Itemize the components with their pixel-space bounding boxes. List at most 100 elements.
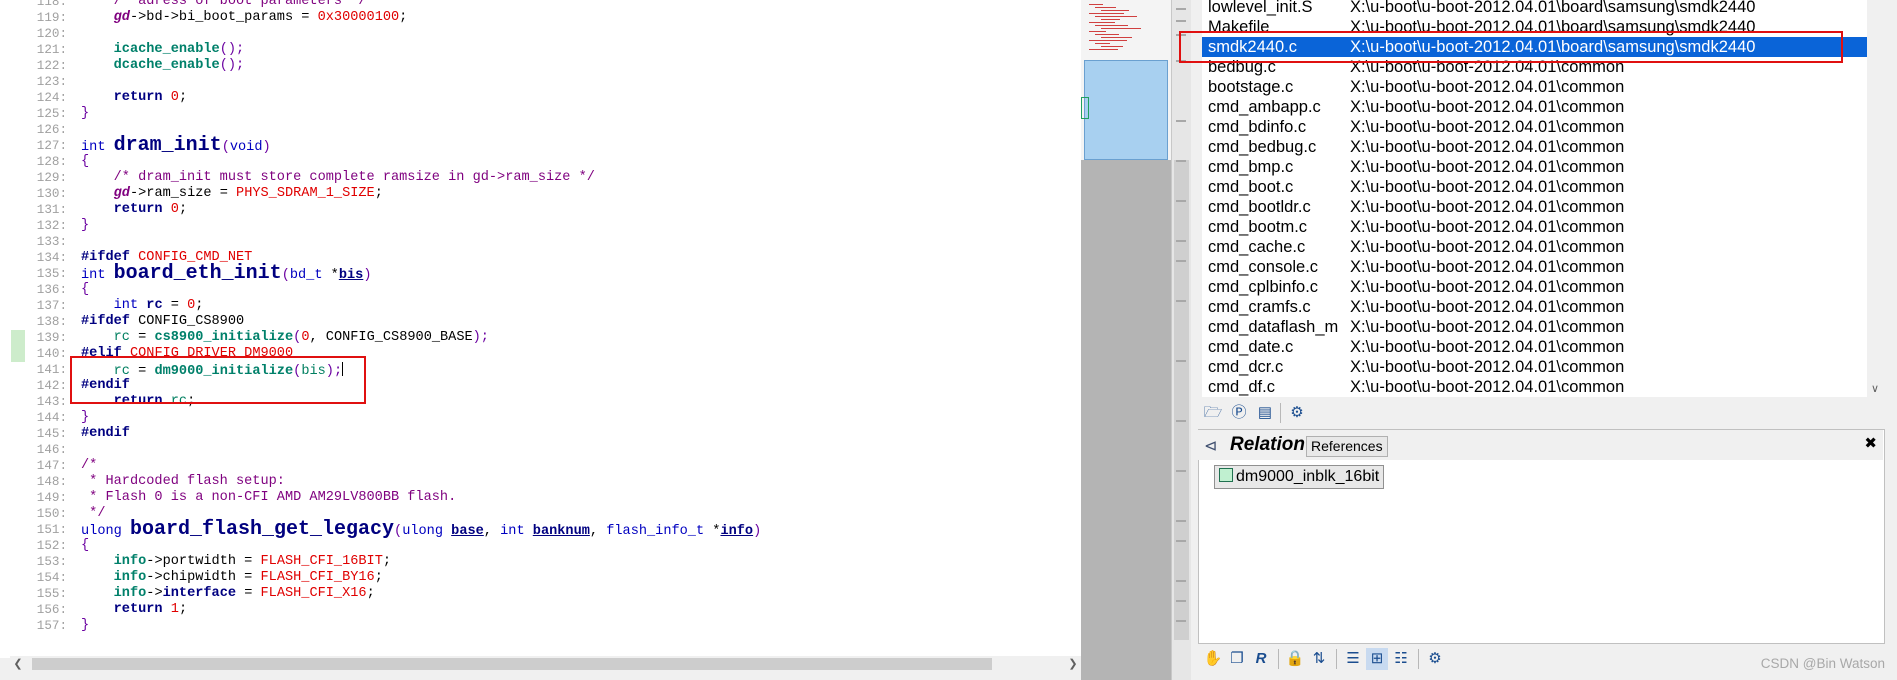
relation-item[interactable]: dm9000_inblk_16bit: [1214, 465, 1385, 489]
code-line[interactable]: 121: icache_enable();: [0, 42, 1080, 58]
code-line[interactable]: 124: return 0;: [0, 90, 1080, 106]
file-row[interactable]: cmd_ambapp.c X:\u-boot\u-boot-2012.04.01\…: [1202, 97, 1867, 117]
file-row[interactable]: cmd_boot.c X:\u-boot\u-boot-2012.04.01\co…: [1202, 177, 1867, 197]
open-folder-icon[interactable]: 🗁: [1202, 402, 1224, 424]
code-text: /* dram_init must store complete ramsize…: [81, 170, 595, 186]
file-row[interactable]: cmd_cache.c X:\u-boot\u-boot-2012.04.01\c…: [1202, 237, 1867, 257]
file-overview-map[interactable]: [1081, 0, 1171, 680]
code-line[interactable]: 118: /* adress of boot parameters */: [0, 0, 1080, 10]
file-row[interactable]: cmd_date.c X:\u-boot\u-boot-2012.04.01\co…: [1202, 337, 1867, 357]
overview-code-mark: [1095, 43, 1110, 44]
file-row[interactable]: cmd_bootldr.c X:\u-boot\u-boot-2012.04.01…: [1202, 197, 1867, 217]
code-line[interactable]: 157:}: [0, 618, 1080, 634]
file-row[interactable]: cmd_bootm.c X:\u-boot\u-boot-2012.04.01\c…: [1202, 217, 1867, 237]
code-text: }: [81, 218, 89, 234]
code-editor[interactable]: 118: /* adress of boot parameters */119:…: [0, 0, 1081, 658]
file-list-scrollbar[interactable]: ∨: [1867, 0, 1883, 397]
code-line[interactable]: 145: #endif: [0, 426, 1080, 442]
code-line[interactable]: 155: info->interface = FLASH_CFI_X16;: [0, 586, 1080, 602]
line-number: 157:: [36, 619, 67, 633]
overview-empty-area: [1081, 160, 1171, 680]
close-icon[interactable]: ✖: [1864, 434, 1877, 452]
code-line[interactable]: 137: int rc = 0;: [0, 298, 1080, 314]
file-row[interactable]: cmd_df.c X:\u-boot\u-boot-2012.04.01\comm…: [1202, 377, 1867, 397]
code-line[interactable]: 127: int dram_init(void): [0, 136, 1080, 156]
horizontal-scroll-thumb[interactable]: [32, 658, 992, 670]
code-line[interactable]: 129: /* dram_init must store complete ra…: [0, 170, 1080, 186]
tree-view-icon[interactable]: ⊞: [1366, 648, 1388, 670]
file-row[interactable]: cmd_console.c X:\u-boot\u-boot-2012.04.01…: [1202, 257, 1867, 277]
code-line[interactable]: 132:}: [0, 218, 1080, 234]
code-token: info: [113, 554, 147, 569]
highlight-box-smdk2440: [1179, 31, 1843, 63]
file-row[interactable]: cmd_cramfs.c X:\u-boot\u-boot-2012.04.01\…: [1202, 297, 1867, 317]
code-line[interactable]: 138: #ifdef CONFIG_CS8900: [0, 314, 1080, 330]
overview-code-mark: [1095, 16, 1137, 17]
file-row[interactable]: bootstage.c X:\u-boot\u-boot-2012.04.01\c…: [1202, 77, 1867, 97]
code-line[interactable]: 135: int board_eth_init(bd_t *bis): [0, 264, 1080, 284]
relation-panel: [1198, 429, 1885, 644]
code-token: =: [236, 586, 261, 601]
code-token: banknum: [532, 524, 590, 539]
new-window-icon[interactable]: ❐: [1226, 648, 1248, 670]
file-row[interactable]: cmd_dcr.c X:\u-boot\u-boot-2012.04.01\com…: [1202, 357, 1867, 377]
line-number: 131:: [36, 203, 67, 217]
line-number: 124:: [36, 91, 67, 105]
gear-icon[interactable]: ⚙: [1286, 402, 1308, 424]
graph-view-icon[interactable]: ☷: [1390, 648, 1412, 670]
file-row[interactable]: lowlevel_init.S X:\u-boot\u-boot-2012.04.…: [1202, 0, 1867, 17]
list-view-icon[interactable]: ☰: [1342, 648, 1364, 670]
lock-hand-icon[interactable]: ✋: [1202, 648, 1224, 670]
code-line[interactable]: 123:: [0, 74, 1080, 90]
code-line[interactable]: 136: {: [0, 282, 1080, 298]
sync-icon[interactable]: ⇅: [1308, 648, 1330, 670]
code-line[interactable]: 148: * Hardcoded flash setup:: [0, 474, 1080, 490]
code-line[interactable]: 120:: [0, 26, 1080, 42]
overview-viewport[interactable]: [1081, 60, 1168, 160]
scroll-right-icon[interactable]: ❯: [1065, 656, 1081, 672]
line-number: 123:: [36, 75, 67, 89]
code-line[interactable]: 122: dcache_enable();: [0, 58, 1080, 74]
code-text: /* adress of boot parameters */: [81, 0, 367, 10]
code-line[interactable]: 149: * Flash 0 is a non-CFI AMD AM29LV80…: [0, 490, 1080, 506]
code-line[interactable]: 156: return 1;: [0, 602, 1080, 618]
code-line[interactable]: 130: gd->ram_size = PHYS_SDRAM_1_SIZE;: [0, 186, 1080, 202]
lock-icon[interactable]: 🔒: [1284, 648, 1306, 670]
file-info-icon[interactable]: ▤: [1254, 402, 1276, 424]
editor-horizontal-scrollbar[interactable]: ❮ ❯: [10, 656, 1081, 672]
code-line[interactable]: 153: info->portwidth = FLASH_CFI_16BIT;: [0, 554, 1080, 570]
gear-icon[interactable]: ⚙: [1424, 648, 1446, 670]
file-row[interactable]: cmd_bdinfo.c X:\u-boot\u-boot-2012.04.01\…: [1202, 117, 1867, 137]
code-line[interactable]: 131: return 0;: [0, 202, 1080, 218]
code-line[interactable]: 151: ulong board_flash_get_legacy(ulong b…: [0, 520, 1080, 540]
file-path: X:\u-boot\u-boot-2012.04.01\common: [1350, 218, 1625, 236]
tab-references[interactable]: References: [1306, 436, 1388, 457]
code-line[interactable]: 146:: [0, 442, 1080, 458]
chevron-down-icon[interactable]: ∨: [1867, 381, 1883, 397]
editor-vertical-scrollbar[interactable]: [1171, 0, 1191, 680]
code-line[interactable]: 152: {: [0, 538, 1080, 554]
file-row[interactable]: cmd_bedbug.c X:\u-boot\u-boot-2012.04.01\…: [1202, 137, 1867, 157]
file-row[interactable]: cmd_dataflash_mr X:\u-boot\u-boot-2012.04…: [1202, 317, 1867, 337]
code-line[interactable]: 139: rc = cs8900_initialize(0, CONFIG_CS…: [0, 330, 1080, 346]
code-line[interactable]: 125:}: [0, 106, 1080, 122]
file-row[interactable]: cmd_cplbinfo.c X:\u-boot\u-boot-2012.04.0…: [1202, 277, 1867, 297]
code-token: */: [81, 506, 106, 521]
scroll-left-icon[interactable]: ❮: [10, 656, 26, 672]
scroll-marker: [1176, 470, 1186, 472]
file-list-toolbar: 🗁 Ⓟ ▤ ⚙: [1198, 400, 1883, 426]
project-icon[interactable]: Ⓟ: [1228, 402, 1250, 424]
code-line[interactable]: 128: {: [0, 154, 1080, 170]
code-line[interactable]: 144:}: [0, 410, 1080, 426]
line-number: 128:: [36, 155, 67, 169]
code-line[interactable]: 154: info->chipwidth = FLASH_CFI_BY16;: [0, 570, 1080, 586]
code-line[interactable]: 119: gd->bd->bi_boot_params = 0x30000100…: [0, 10, 1080, 26]
file-name: lowlevel_init.S: [1208, 0, 1313, 16]
code-line[interactable]: 133:: [0, 234, 1080, 250]
relation-r-icon[interactable]: R: [1250, 648, 1272, 670]
file-row[interactable]: cmd_bmp.c X:\u-boot\u-boot-2012.04.01\com…: [1202, 157, 1867, 177]
code-line[interactable]: 147: /*: [0, 458, 1080, 474]
vertical-scroll-thumb[interactable]: [1174, 160, 1189, 640]
